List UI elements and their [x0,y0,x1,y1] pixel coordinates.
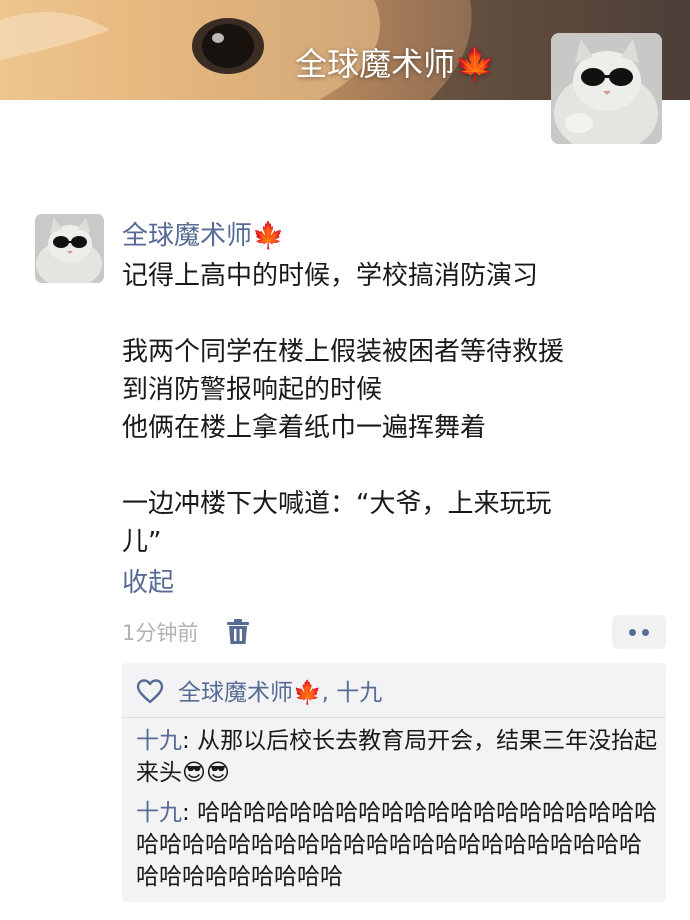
likes-row: 全球魔术师🍁, 十九 [136,673,382,713]
post-line: 他俩在楼上拿着纸巾一遍挥舞着 [122,413,487,443]
post-line: 儿” [122,527,162,557]
post-line: 到消防警报响起的时候 [122,375,383,405]
comment-item[interactable]: 十九: 从那以后校长去教育局开会，结果三年没抬起来头😎😎 [136,725,664,789]
post-line: 记得上高中的时候，学校搞消防演习 [122,261,539,291]
more-actions-button[interactable] [612,615,666,649]
more-dots-icon [642,629,649,636]
comment-separator: : [182,800,198,826]
trash-icon[interactable] [226,619,250,645]
collapse-link[interactable]: 收起 [122,564,174,602]
comment-author[interactable]: 十九 [136,800,182,826]
profile-avatar[interactable] [551,33,662,144]
cat-sunglasses-avatar-image [551,33,662,144]
comment-text: 哈哈哈哈哈哈哈哈哈哈哈哈哈哈哈哈哈哈哈哈哈哈哈哈哈哈哈哈哈哈哈哈哈哈哈哈哈哈哈哈… [136,800,658,890]
cover-username: 全球魔术师🍁 [295,45,495,83]
comment-text: 从那以后校长去教育局开会，结果三年没抬起来头😎😎 [136,728,658,786]
cat-sunglasses-avatar-image [35,214,104,283]
comment-separator: : [182,728,198,754]
divider [122,717,666,718]
post-content: 记得上高中的时候，学校搞消防演习 我两个同学在楼上假装被困者等待救援 到消防警报… [122,257,642,561]
more-dots-icon [629,629,636,636]
comment-author[interactable]: 十九 [136,728,182,754]
post-author-name[interactable]: 全球魔术师🍁 [122,217,284,255]
heart-outline-icon [136,679,164,704]
post-line: 一边冲楼下大喊道：“大爷，上来玩玩 [122,489,552,519]
post-timestamp: 1分钟前 [122,621,199,645]
comment-item[interactable]: 十九: 哈哈哈哈哈哈哈哈哈哈哈哈哈哈哈哈哈哈哈哈哈哈哈哈哈哈哈哈哈哈哈哈哈哈哈哈… [136,797,664,893]
interaction-panel: 全球魔术师🍁, 十九 十九: 从那以后校长去教育局开会，结果三年没抬起来头😎😎 … [122,663,666,902]
post-line: 我两个同学在楼上假装被困者等待救援 [122,337,565,367]
likes-names[interactable]: 全球魔术师🍁, 十九 [178,680,382,706]
post-author-avatar[interactable] [35,214,104,283]
